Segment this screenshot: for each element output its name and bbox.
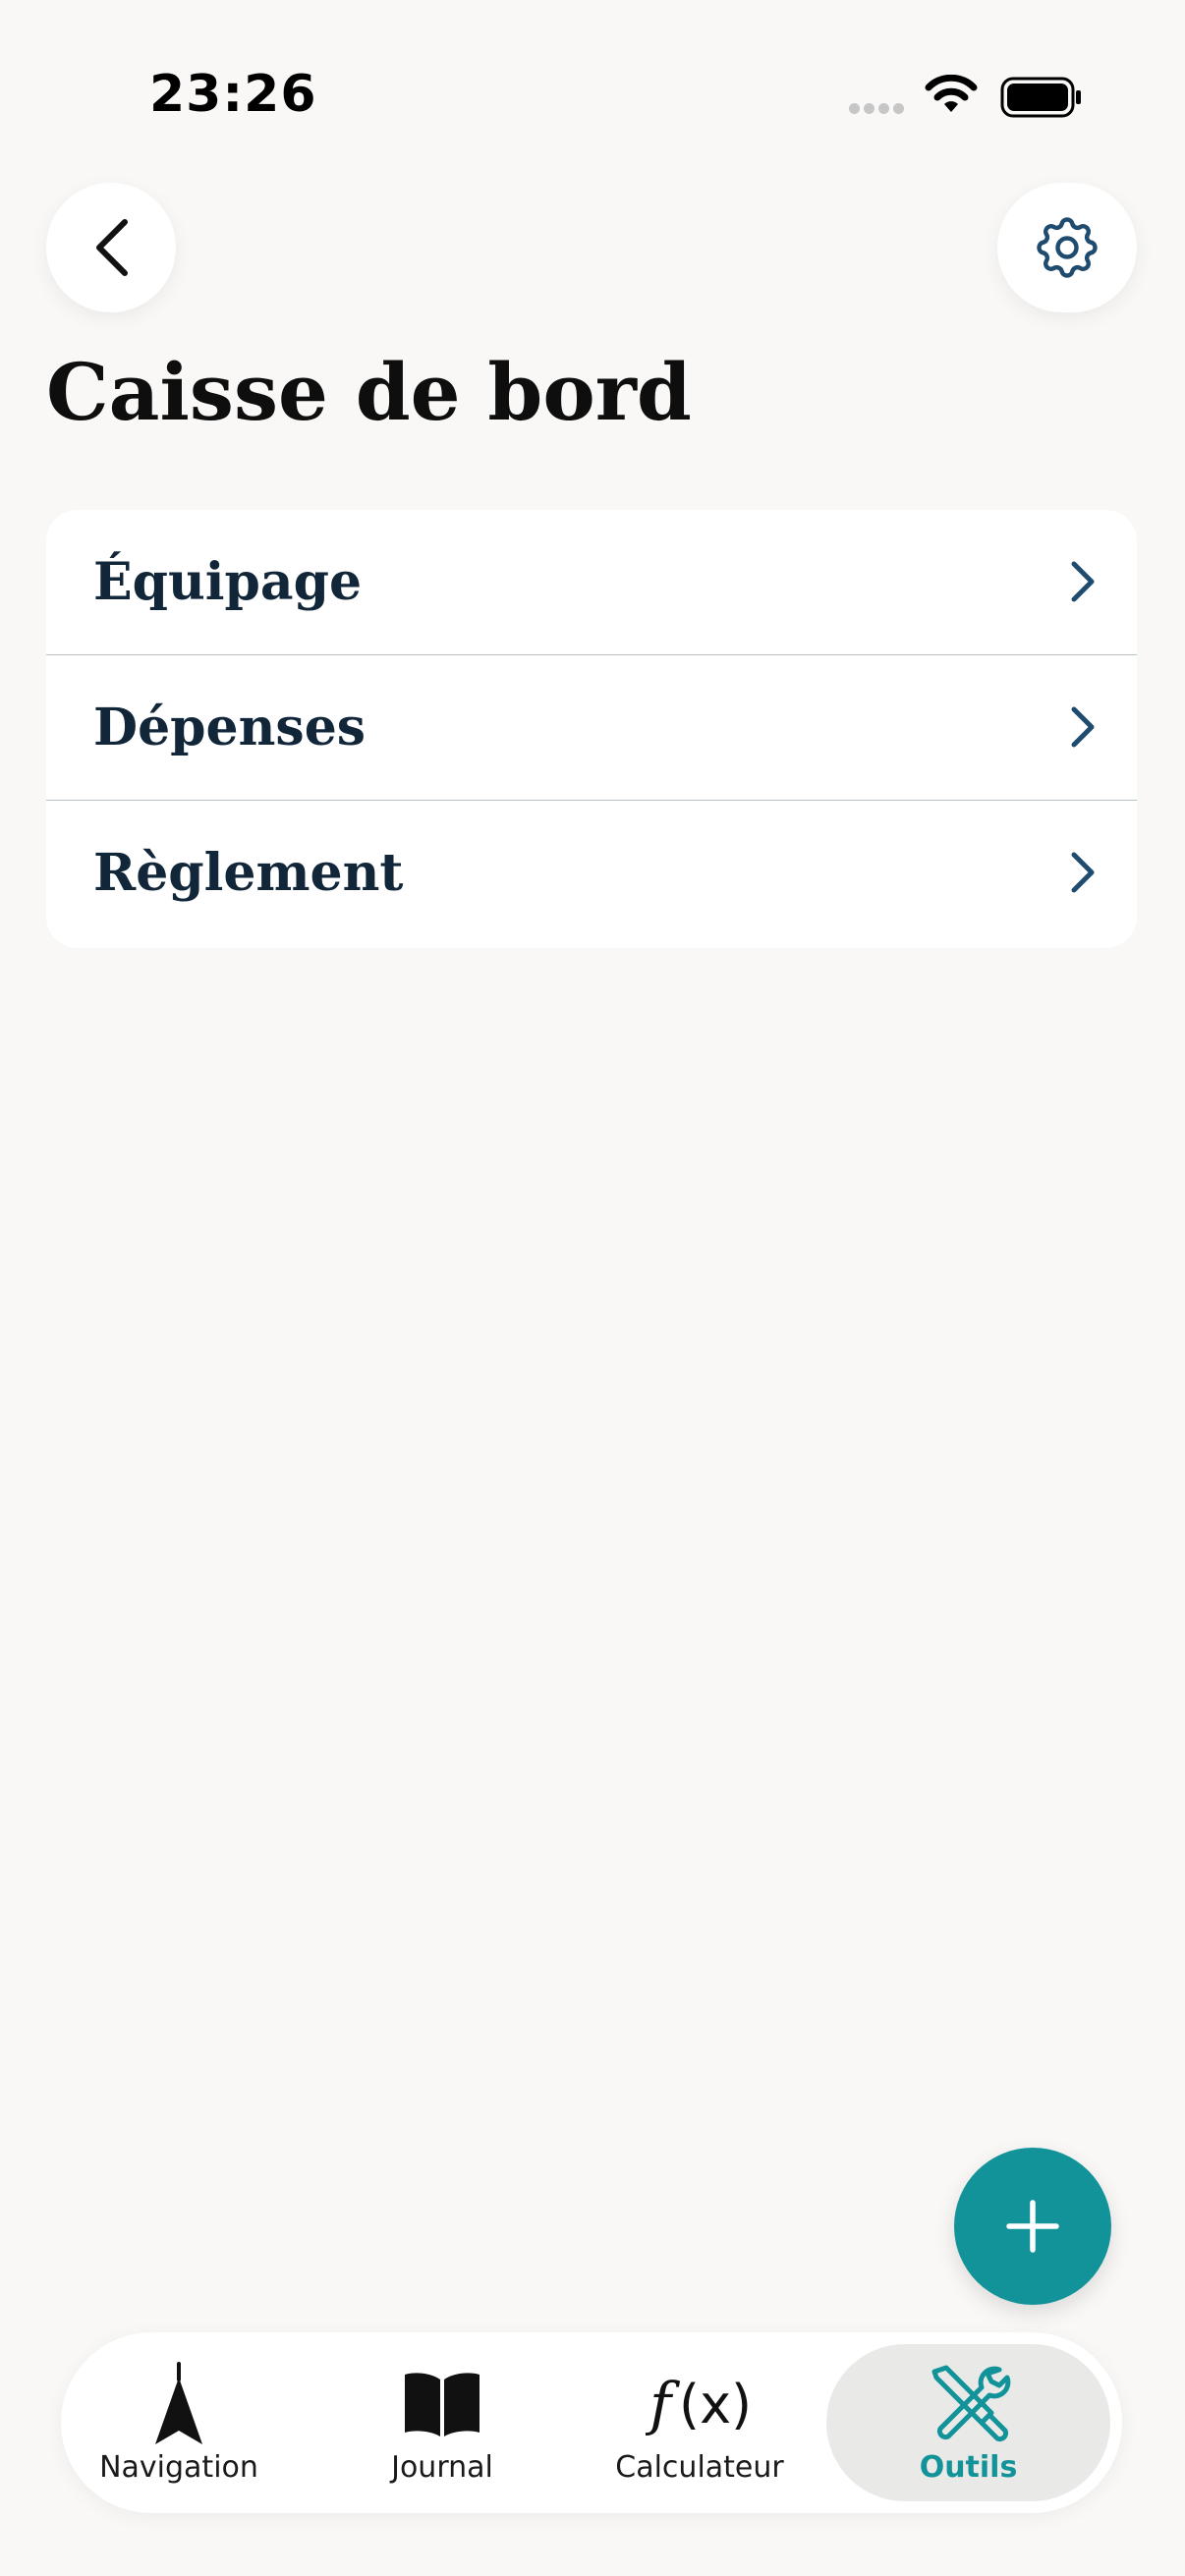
svg-text:(x): (x) [679,2374,752,2436]
plus-icon [1006,2200,1059,2253]
menu-item-label: Équipage [93,552,363,612]
status-time: 23:26 [149,65,317,124]
chevron-right-icon [1071,852,1095,893]
svg-text:ƒ: ƒ [646,2371,681,2438]
tools-icon [931,2365,1010,2442]
cellular-signal-icon [849,101,908,119]
tab-label: Journal [391,2450,493,2485]
menu-item-reglement[interactable]: Règlement [46,801,1137,948]
menu-item-label: Règlement [93,843,404,903]
battery-icon [1000,77,1081,118]
menu-item-label: Dépenses [93,698,367,757]
status-bar: 23:26 [0,0,1185,147]
menu-item-equipage[interactable]: Équipage [46,510,1137,655]
chevron-right-icon [1071,706,1095,748]
chevron-left-icon [96,219,128,276]
gear-icon [1037,217,1098,278]
tab-label: Calculateur [615,2450,784,2485]
menu-list: Équipage Dépenses Règlement [46,510,1137,948]
settings-button[interactable] [997,183,1137,312]
tab-label: Outils [919,2450,1018,2485]
menu-item-depenses[interactable]: Dépenses [46,655,1137,801]
function-icon: ƒ (x) [646,2371,752,2438]
tab-outils[interactable]: Outils [826,2344,1110,2501]
tab-calculateur[interactable]: ƒ (x) Calculateur [611,2332,788,2513]
tab-label: Navigation [99,2450,258,2485]
book-icon [405,2373,480,2436]
wifi-icon [925,75,978,112]
navigation-arrow-icon [155,2362,202,2444]
tab-bar: Navigation Journal ƒ (x) Calculateur Out… [61,2332,1122,2513]
chevron-right-icon [1071,561,1095,602]
tab-navigation[interactable]: Navigation [81,2332,277,2513]
add-button[interactable] [954,2148,1111,2305]
page-title: Caisse de bord [46,346,692,438]
back-button[interactable] [46,183,176,312]
tab-journal[interactable]: Journal [368,2332,516,2513]
